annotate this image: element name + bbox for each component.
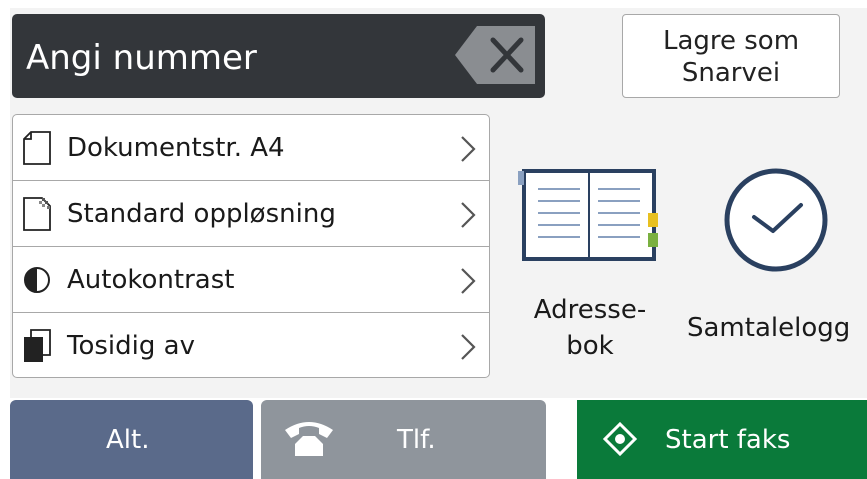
setting-label: Dokumentstr. A4: [67, 133, 285, 163]
chevron-right-icon: [461, 268, 476, 294]
setting-document-size[interactable]: Dokumentstr. A4: [13, 115, 489, 181]
start-icon: [603, 422, 637, 456]
settings-list: Dokumentstr. A4 Standard oppløsning Auto…: [12, 114, 490, 378]
setting-label: Tosidig av: [67, 331, 195, 361]
setting-resolution[interactable]: Standard oppløsning: [13, 181, 489, 247]
call-log-label: Samtalelogg: [687, 313, 851, 343]
resolution-icon: [23, 197, 51, 231]
contrast-icon: [24, 267, 50, 293]
address-book-button[interactable]: Adresse- bok: [515, 165, 665, 390]
options-label: Alt.: [106, 425, 150, 455]
backspace-icon[interactable]: [455, 26, 535, 84]
duplex-icon: [24, 329, 51, 362]
save-shortcut-label-1: Lagre som: [662, 26, 800, 56]
start-fax-label: Start faks: [665, 425, 791, 455]
address-book-label-2: bok: [566, 331, 614, 361]
start-fax-button[interactable]: Start faks: [577, 400, 867, 479]
setting-label: Standard oppløsning: [67, 199, 336, 229]
options-button[interactable]: Alt.: [10, 400, 253, 479]
number-input[interactable]: Angi nummer: [12, 14, 545, 98]
chevron-right-icon: [461, 334, 476, 360]
chevron-right-icon: [461, 202, 476, 228]
address-book-label-1: Adresse-: [533, 295, 647, 325]
address-book-icon: [518, 169, 658, 261]
save-shortcut-button[interactable]: Lagre som Snarvei: [622, 14, 840, 98]
call-log-button[interactable]: Samtalelogg: [685, 165, 867, 390]
chevron-right-icon: [461, 136, 476, 162]
setting-label: Autokontrast: [67, 265, 235, 295]
telephone-button[interactable]: Tlf.: [261, 400, 546, 479]
clock-icon: [724, 168, 828, 272]
save-shortcut-label-2: Snarvei: [681, 58, 781, 88]
setting-duplex[interactable]: Tosidig av: [13, 313, 489, 377]
telephone-icon: [285, 422, 333, 456]
fax-screen: Angi nummer Lagre som Snarvei Dokumentst…: [0, 0, 867, 479]
setting-contrast[interactable]: Autokontrast: [13, 247, 489, 313]
telephone-label: Tlf.: [397, 425, 436, 455]
number-input-value: Angi nummer: [26, 38, 257, 78]
document-size-icon: [23, 131, 51, 165]
